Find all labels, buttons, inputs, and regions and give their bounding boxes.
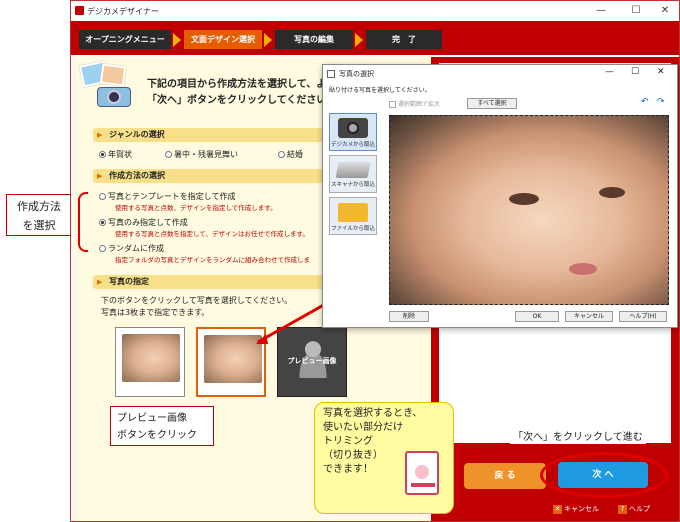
crop-frame[interactable] bbox=[389, 115, 669, 305]
scanner-icon bbox=[335, 162, 371, 178]
camera-icon bbox=[338, 118, 368, 138]
dialog-cancel-button[interactable]: キャンセル bbox=[565, 311, 613, 322]
folder-icon bbox=[338, 203, 368, 222]
ok-button[interactable]: OK bbox=[515, 311, 559, 322]
camera-import-label: デジカメから取込 bbox=[330, 142, 375, 148]
file-import-label: ファイルから取込 bbox=[330, 226, 375, 232]
trim-line3: トリミング bbox=[323, 436, 373, 447]
annotation-preview-line1: プレビュー画像 bbox=[117, 413, 187, 424]
zoom-checkbox[interactable]: 選択範囲で拡大 bbox=[389, 99, 440, 108]
arrow-head-icon bbox=[256, 334, 268, 344]
scanner-import-button[interactable]: スキャナから取込 bbox=[329, 155, 377, 193]
rotate-right-icon[interactable]: ↷ bbox=[657, 97, 665, 107]
trim-line1: 写真を選択するとき、 bbox=[323, 408, 423, 419]
mascot-icon bbox=[405, 451, 439, 495]
trim-line2: 使いたい部分だけ bbox=[323, 422, 403, 433]
scanner-import-label: スキャナから取込 bbox=[330, 182, 375, 188]
annotation-preview-line2: ボタンをクリック bbox=[117, 430, 197, 441]
camera-import-button[interactable]: デジカメから取込 bbox=[329, 113, 377, 151]
annotation-preview-box: プレビュー画像 ボタンをクリック bbox=[110, 406, 214, 446]
dialog-maximize-button[interactable]: ☐ bbox=[631, 67, 639, 77]
dialog-minimize-button[interactable]: — bbox=[605, 67, 614, 77]
file-import-button[interactable]: ファイルから取込 bbox=[329, 197, 377, 235]
rotate-left-icon[interactable]: ↶ bbox=[641, 97, 649, 107]
next-hint: 「次へ」をクリックして進む bbox=[510, 427, 646, 444]
photo-select-dialog: 写真の選択 — ☐ ✕ 貼り付ける写真を選択してください。 選択範囲で拡大 すべ… bbox=[322, 64, 678, 328]
dialog-icon bbox=[327, 70, 335, 78]
trimming-photo[interactable] bbox=[389, 115, 669, 305]
dialog-help-button[interactable]: ヘルプ(H) bbox=[619, 311, 667, 322]
zoom-label: 選択範囲で拡大 bbox=[398, 101, 441, 108]
checkbox-icon bbox=[389, 101, 396, 108]
trimming-callout: 写真を選択するとき、 使いたい部分だけ トリミング （切り抜き） できます！ bbox=[314, 402, 454, 514]
dialog-title: 写真の選択 bbox=[339, 70, 374, 78]
delete-button[interactable]: 削除 bbox=[389, 311, 429, 322]
dialog-instruction: 貼り付ける写真を選択してください。 bbox=[329, 87, 431, 94]
select-all-button[interactable]: すべて選択 bbox=[467, 98, 517, 109]
dialog-close-button[interactable]: ✕ bbox=[657, 67, 665, 77]
